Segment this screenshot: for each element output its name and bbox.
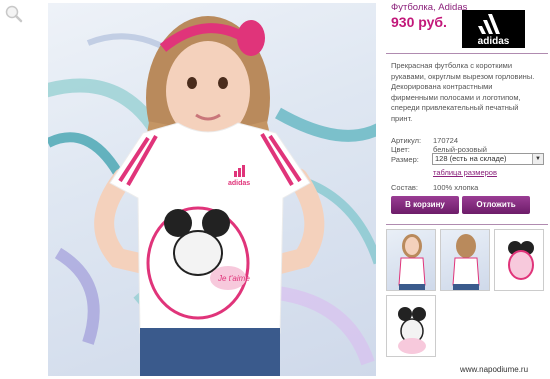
brand-logo-text: adidas: [478, 36, 510, 47]
thumbnail-4[interactable]: [386, 295, 436, 357]
header-divider: [386, 53, 548, 54]
size-label: Размер:: [391, 155, 419, 164]
thumbnails-divider: [386, 224, 548, 225]
watermark: www.napodiume.ru: [458, 365, 531, 374]
composition-value: 100% хлопка: [433, 183, 479, 192]
size-select-value: 128 (есть на складе): [435, 154, 507, 163]
zoom-icon[interactable]: [4, 4, 24, 24]
size-table-link[interactable]: таблица размеров: [433, 168, 497, 177]
print-text: Je t'aime: [217, 274, 250, 283]
color-label: Цвет:: [391, 145, 410, 154]
product-description: Прекрасная футболка с короткими рукавами…: [391, 61, 535, 123]
product-photo[interactable]: adidas Je t'aime: [48, 3, 376, 376]
chevron-down-icon[interactable]: ▼: [532, 154, 543, 164]
product-price: 930 руб.: [391, 14, 447, 30]
shirt-logo-text: adidas: [228, 180, 250, 187]
article-label: Артикул:: [391, 136, 422, 145]
composition-label: Состав:: [391, 183, 418, 192]
defer-button[interactable]: Отложить: [462, 196, 530, 214]
product-title: Футболка, Adidas: [391, 2, 468, 13]
add-to-cart-button[interactable]: В корзину: [391, 196, 459, 214]
thumbnail-2[interactable]: [440, 229, 490, 291]
thumbnail-3[interactable]: [494, 229, 544, 291]
article-value: 170724: [433, 136, 459, 145]
thumbnail-1[interactable]: [386, 229, 436, 291]
size-select[interactable]: 128 (есть на складе) ▼: [432, 153, 544, 165]
brand-logo: adidas: [462, 10, 525, 48]
